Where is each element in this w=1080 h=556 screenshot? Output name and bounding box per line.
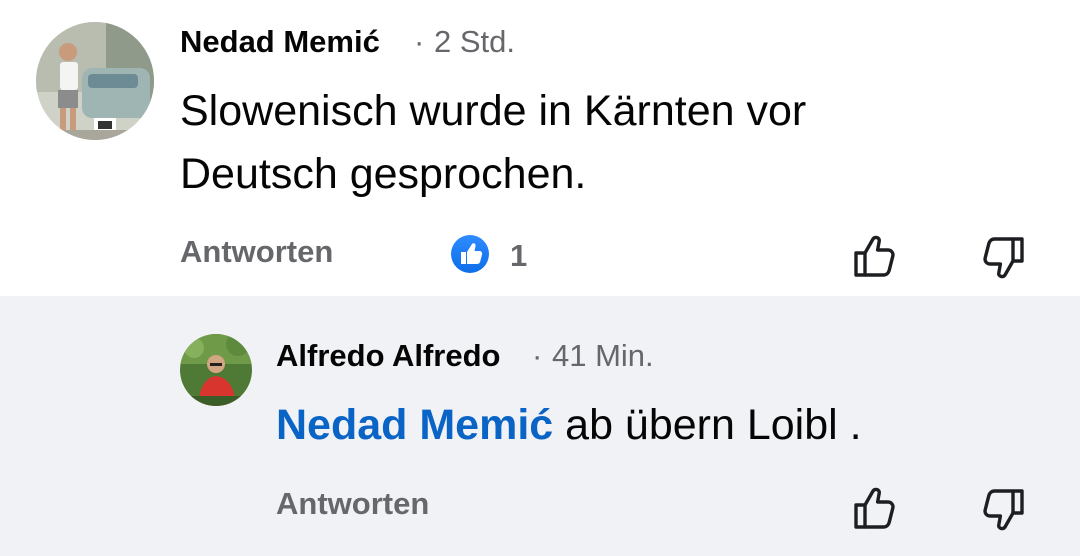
reply-button[interactable]: Antworten bbox=[276, 484, 429, 524]
reply-button[interactable]: Antworten bbox=[180, 232, 333, 272]
reply-author[interactable]: Alfredo Alfredo bbox=[276, 336, 500, 376]
like-icon bbox=[451, 235, 489, 273]
upvote-icon[interactable] bbox=[850, 232, 898, 280]
reply-text: Nedad Memić ab übern Loibl . bbox=[276, 394, 862, 456]
reply-timestamp[interactable]: 41 Min. bbox=[552, 336, 654, 376]
downvote-icon[interactable] bbox=[980, 486, 1028, 534]
comment-text-line-1: Slowenisch wurde in Kärnten vor bbox=[180, 87, 807, 135]
comment-author[interactable]: Nedad Memić bbox=[180, 22, 380, 62]
avatar[interactable] bbox=[36, 22, 154, 140]
meta-separator: · bbox=[414, 24, 425, 59]
comment-text-line-2: Deutsch gesprochen. bbox=[180, 150, 587, 198]
upvote-icon[interactable] bbox=[850, 484, 898, 532]
reply-comment: Alfredo Alfredo · 41 Min. Nedad Memić ab… bbox=[0, 296, 1080, 556]
meta-separator: · bbox=[532, 338, 543, 373]
avatar[interactable] bbox=[180, 334, 252, 406]
downvote-icon[interactable] bbox=[980, 234, 1028, 282]
mention-link[interactable]: Nedad Memić bbox=[276, 401, 553, 449]
reaction-count[interactable]: 1 bbox=[510, 236, 527, 276]
reaction-badge[interactable] bbox=[447, 231, 493, 277]
comment: Nedad Memić · 2 Std. Slowenisch wurde in… bbox=[0, 0, 1080, 296]
comment-timestamp[interactable]: 2 Std. bbox=[434, 22, 515, 62]
reply-text-content: ab übern Loibl . bbox=[553, 401, 862, 449]
